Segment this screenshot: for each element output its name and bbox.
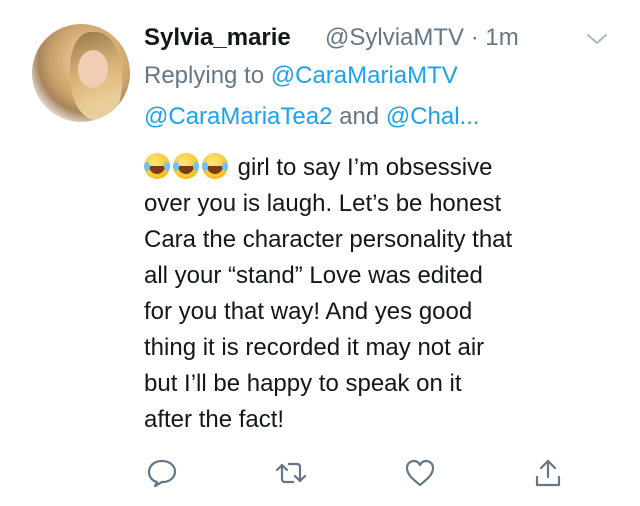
like-button[interactable] bbox=[402, 455, 438, 491]
like-icon bbox=[405, 459, 435, 487]
tweet-header: Sylvia_marie @SylviaMTV · 1m bbox=[144, 20, 620, 56]
avatar-face bbox=[78, 50, 108, 88]
text-line: all your “stand” Love was edited bbox=[144, 262, 483, 289]
retweet-icon bbox=[275, 462, 307, 484]
text-line: Cara the character personality that bbox=[144, 226, 513, 253]
laughing-emoji-icon bbox=[202, 153, 228, 179]
handle-and-time[interactable]: @SylviaMTV · 1m bbox=[325, 24, 519, 52]
tweet-text: girl to say I’m obsessive over you is la… bbox=[144, 150, 614, 438]
text-line: girl to say I’m obsessive bbox=[144, 150, 614, 186]
text-line: thing it is recorded it may not air bbox=[144, 334, 485, 361]
laughing-emoji-icon bbox=[173, 153, 199, 179]
text-line: for you that way! And yes good bbox=[144, 298, 473, 325]
share-icon bbox=[535, 459, 561, 487]
text-line: but I’ll be happy to speak on it bbox=[144, 370, 462, 397]
share-button[interactable] bbox=[530, 455, 566, 491]
text-line: after the fact! bbox=[144, 406, 285, 433]
display-name[interactable]: Sylvia_marie bbox=[144, 24, 291, 52]
replying-to: Replying to @CaraMariaMTV bbox=[144, 62, 458, 90]
action-bar bbox=[0, 455, 640, 495]
replying-to-continued: @CaraMariaTea2 and @Chal... bbox=[144, 103, 480, 131]
reply-icon bbox=[147, 459, 177, 488]
text-line: over you is laugh. Let’s be honest bbox=[144, 190, 502, 217]
avatar[interactable] bbox=[32, 24, 130, 122]
mention-link[interactable]: @CaraMariaTea2 bbox=[144, 103, 332, 130]
laughing-emoji-icon bbox=[144, 153, 170, 179]
replying-prefix: Replying to bbox=[144, 62, 271, 89]
reply-button[interactable] bbox=[144, 455, 180, 491]
retweet-button[interactable] bbox=[273, 455, 309, 491]
mention-join: and bbox=[332, 103, 386, 130]
chevron-down-icon[interactable] bbox=[586, 32, 608, 46]
mention-link[interactable]: @CaraMariaMTV bbox=[271, 62, 458, 89]
mention-link[interactable]: @Chal... bbox=[386, 103, 480, 130]
